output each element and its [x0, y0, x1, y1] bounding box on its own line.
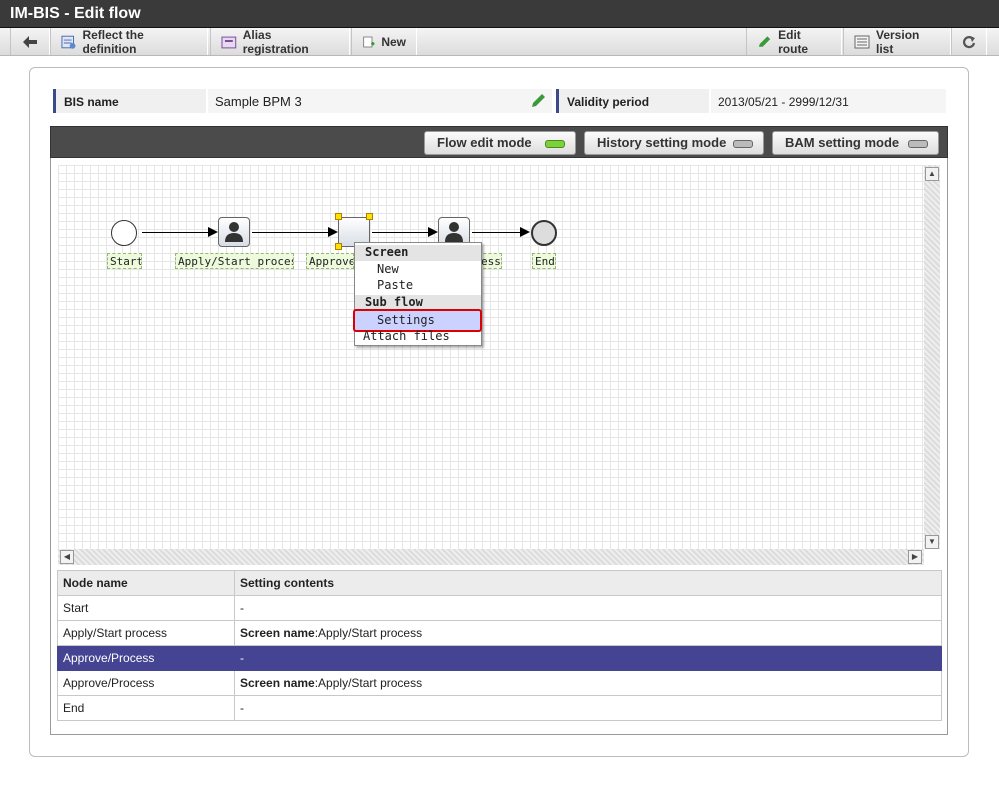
- selection-handle[interactable]: [335, 213, 342, 220]
- node-settings-table: Node name Setting contents Start - Apply…: [57, 570, 942, 721]
- table-row[interactable]: Apply/Start process Screen name:Apply/St…: [57, 620, 942, 646]
- list-icon: [854, 35, 870, 48]
- menu-header-screen: Screen: [355, 245, 481, 261]
- column-header-setting-contents: Setting contents: [234, 570, 942, 596]
- start-node-label: Start: [107, 253, 142, 269]
- node-name-cell: Approve/Process: [57, 645, 235, 671]
- history-setting-mode-button[interactable]: History setting mode: [584, 131, 764, 155]
- menu-item-paste[interactable]: Paste: [355, 278, 481, 294]
- inactive-indicator-icon: [733, 140, 753, 148]
- refresh-icon: [962, 35, 976, 48]
- setting-contents-cell: -: [234, 695, 942, 721]
- menu-item-new[interactable]: New: [355, 262, 481, 278]
- toolbar: Reflect the definition Alias registratio…: [0, 28, 999, 56]
- mode-bar: Flow edit mode History setting mode BAM …: [50, 126, 948, 158]
- selection-handle[interactable]: [335, 243, 342, 250]
- apply-start-process-node[interactable]: [218, 217, 250, 247]
- new-label: New: [381, 34, 406, 49]
- bis-name-label: BIS name: [53, 89, 206, 113]
- flow-edit-mode-button[interactable]: Flow edit mode: [424, 131, 576, 155]
- flow-edit-mode-label: Flow edit mode: [437, 135, 532, 150]
- node-name-cell: Start: [57, 595, 235, 621]
- title-bar: IM-BIS - Edit flow: [0, 0, 999, 28]
- apply-node-label: Apply/Start process: [175, 253, 294, 269]
- bam-setting-mode-button[interactable]: BAM setting mode: [772, 131, 939, 155]
- table-row[interactable]: Approve/Process Screen name:Apply/Start …: [57, 670, 942, 696]
- bis-name-value: Sample BPM 3: [215, 94, 302, 109]
- node-name-cell: End: [57, 695, 235, 721]
- scroll-right-icon[interactable]: ▶: [908, 550, 922, 564]
- horizontal-scrollbar[interactable]: ◀ ▶: [58, 549, 924, 565]
- column-header-node-name: Node name: [57, 570, 235, 596]
- setting-contents-cell: Screen name:Apply/Start process: [234, 620, 942, 646]
- bis-name-field: Sample BPM 3: [208, 89, 552, 113]
- arrow-left-icon: [23, 35, 37, 48]
- setting-contents-cell: Screen name:Apply/Start process: [234, 670, 942, 696]
- table-row-selected[interactable]: Approve/Process -: [57, 645, 942, 671]
- new-button[interactable]: New: [351, 28, 417, 55]
- edit-route-button[interactable]: Edit route: [746, 27, 842, 56]
- end-node-label: End: [532, 253, 556, 269]
- pencil-icon: [758, 35, 771, 47]
- reflect-label: Reflect the definition: [82, 27, 144, 56]
- edit-route-label: Edit route: [778, 27, 809, 56]
- flow-arrow: [472, 227, 530, 237]
- alias-registration-button[interactable]: Alias registration: [210, 27, 350, 56]
- alias-icon: [221, 36, 237, 48]
- back-button[interactable]: [10, 28, 50, 55]
- pencil-icon[interactable]: [530, 93, 546, 109]
- new-document-icon: [363, 36, 375, 47]
- flow-arrow: [142, 227, 218, 237]
- scroll-left-icon[interactable]: ◀: [60, 550, 74, 564]
- end-node[interactable]: [531, 220, 557, 246]
- context-menu: Screen New Paste Sub flow Settings Attac…: [353, 242, 482, 346]
- reflect-definition-button[interactable]: Reflect the definition: [50, 27, 208, 56]
- flow-canvas[interactable]: [58, 165, 924, 549]
- table-header-row: Node name Setting contents: [57, 570, 942, 596]
- user-icon: [225, 222, 243, 242]
- node-name-cell: Approve/Process: [57, 670, 235, 696]
- version-list-button[interactable]: Version list: [843, 27, 951, 56]
- validity-period-value: 2013/05/21 - 2999/12/31: [711, 89, 946, 113]
- validity-period-label: Validity period: [556, 89, 709, 113]
- history-setting-mode-label: History setting mode: [597, 135, 727, 150]
- table-row[interactable]: End -: [57, 695, 942, 721]
- alias-label: Alias registration: [242, 27, 309, 56]
- flow-arrow: [252, 227, 338, 237]
- node-name-cell: Apply/Start process: [57, 620, 235, 646]
- scroll-down-icon[interactable]: ▼: [925, 535, 939, 549]
- window-title: IM-BIS - Edit flow: [10, 5, 141, 22]
- menu-item-attach-files[interactable]: Attach files: [355, 330, 481, 344]
- selection-handle[interactable]: [366, 213, 373, 220]
- vertical-scrollbar[interactable]: ▲ ▼: [924, 165, 940, 549]
- approve-node-label: Approve: [306, 253, 354, 269]
- active-indicator-icon: [545, 140, 565, 148]
- refresh-button[interactable]: [951, 28, 987, 55]
- version-list-label: Version list: [876, 27, 920, 56]
- bam-setting-mode-label: BAM setting mode: [785, 135, 900, 150]
- start-node[interactable]: [111, 220, 137, 246]
- inactive-indicator-icon: [908, 140, 928, 148]
- setting-contents-cell: -: [234, 595, 942, 621]
- scroll-up-icon[interactable]: ▲: [925, 167, 939, 181]
- menu-item-settings[interactable]: Settings: [353, 309, 482, 332]
- reflect-icon: [61, 35, 76, 49]
- setting-contents-cell: -: [234, 645, 942, 671]
- flow-arrow: [372, 227, 438, 237]
- table-row[interactable]: Start -: [57, 595, 942, 621]
